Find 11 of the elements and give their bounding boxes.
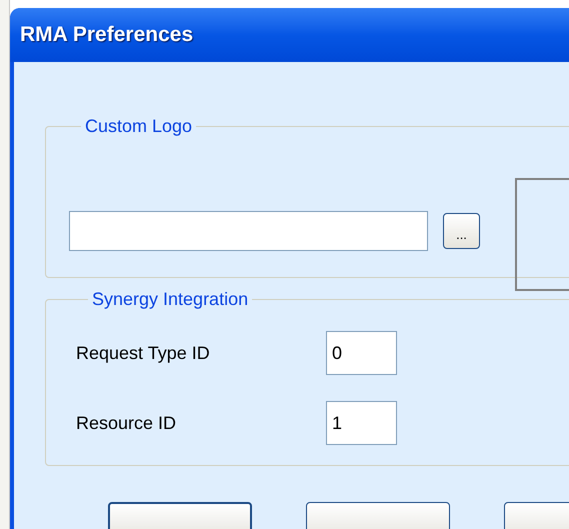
window-title: RMA Preferences — [20, 22, 194, 48]
field-label: Resource ID — [76, 412, 178, 434]
dialog-button[interactable] — [108, 502, 252, 529]
browse-button[interactable]: ... — [443, 212, 480, 248]
dialog-button[interactable] — [306, 502, 450, 529]
id-field[interactable]: 0 — [326, 331, 397, 375]
group-title: Synergy Integration — [91, 288, 250, 311]
field-label: Request Type ID — [76, 342, 211, 365]
id-field[interactable]: 1 — [326, 401, 397, 445]
group-title: Custom Logo — [84, 115, 194, 138]
logo-path-field[interactable] — [69, 210, 428, 250]
